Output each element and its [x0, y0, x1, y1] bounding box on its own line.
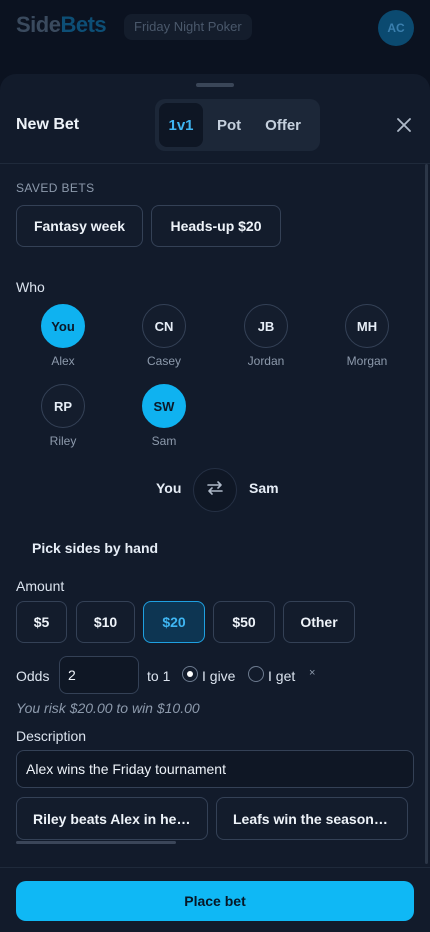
tab-offer[interactable]: Offer — [255, 103, 311, 147]
amount-option[interactable]: $50 — [213, 601, 275, 643]
saved-bet-chip[interactable]: Fantasy week — [16, 205, 143, 247]
description-input[interactable]: Alex wins the Friday tournament — [16, 750, 414, 788]
amount-option-other[interactable]: Other — [283, 601, 355, 643]
swap-icon — [205, 478, 225, 503]
tab-1v1[interactable]: 1v1 — [159, 103, 203, 147]
swap-sides-button[interactable] — [193, 468, 237, 512]
person-name: Riley — [49, 434, 77, 448]
place-bet-button[interactable]: Place bet — [16, 881, 414, 921]
odds-input[interactable]: 2 — [59, 656, 139, 694]
who-label: Who — [16, 279, 45, 295]
person-avatar: You — [41, 304, 85, 348]
person-avatar: CN — [142, 304, 186, 348]
group-chip[interactable]: Friday Night Poker — [124, 14, 252, 40]
app-bar: SideBets Friday Night Poker AC — [0, 0, 430, 60]
matchup-right: Sam — [249, 480, 279, 496]
saved-bets-label: SAVED BETS — [16, 181, 95, 195]
sheet-header: New Bet 1v1 Pot Offer — [0, 74, 430, 164]
new-bet-sheet: New Bet 1v1 Pot Offer SAVED BETS Fantasy… — [0, 74, 430, 932]
description-suggestion[interactable]: Riley beats Alex in heads-up — [16, 797, 208, 840]
risk-summary: You risk $20.00 to win $10.00 — [16, 700, 200, 716]
scrollbar[interactable] — [425, 164, 428, 864]
i-give-label[interactable]: I give — [202, 668, 235, 684]
to-one-label: to 1 — [147, 668, 171, 684]
amount-option[interactable]: $5 — [16, 601, 67, 643]
amount-option[interactable]: $10 — [76, 601, 135, 643]
amount-option-selected[interactable]: $20 — [143, 601, 205, 643]
suggestions-scrollbar[interactable] — [16, 841, 176, 844]
i-get-radio[interactable] — [248, 666, 264, 682]
description-label: Description — [16, 728, 87, 744]
tab-pot[interactable]: Pot — [207, 103, 251, 147]
person-casey[interactable]: CN Casey — [134, 304, 194, 368]
i-get-label[interactable]: I get — [268, 668, 295, 684]
person-name: Morgan — [346, 354, 388, 368]
bet-type-tabs: 1v1 Pot Offer — [155, 99, 320, 151]
amount-label: Amount — [16, 578, 65, 594]
person-name: Casey — [146, 354, 181, 368]
person-avatar: RP — [41, 384, 85, 428]
pick-sides-toggle[interactable]: Pick sides by hand — [32, 540, 158, 556]
i-give-radio[interactable] — [182, 666, 198, 682]
person-name: Alex — [51, 354, 75, 368]
clear-odds-icon[interactable]: × — [309, 667, 315, 679]
person-alex[interactable]: You Alex — [33, 304, 93, 368]
saved-bet-chip[interactable]: Heads-up $20 — [151, 205, 281, 247]
user-avatar[interactable]: AC — [378, 10, 414, 46]
person-morgan[interactable]: MH Morgan — [337, 304, 397, 368]
sheet-footer: Place bet — [0, 867, 430, 932]
person-avatar: JB — [244, 304, 288, 348]
sheet-title: New Bet — [16, 116, 80, 133]
person-avatar: MH — [345, 304, 389, 348]
person-sam[interactable]: SW Sam — [134, 384, 194, 448]
matchup-left: You — [156, 480, 182, 496]
person-jordan[interactable]: JB Jordan — [236, 304, 296, 368]
app-logo[interactable]: SideBets — [16, 12, 107, 38]
drag-handle[interactable] — [196, 83, 234, 87]
person-name: Jordan — [247, 354, 285, 368]
person-name: Sam — [151, 434, 177, 448]
close-icon[interactable] — [394, 115, 414, 135]
odds-label: Odds — [16, 668, 50, 684]
description-suggestion[interactable]: Leafs win the season opener — [216, 797, 408, 840]
person-riley[interactable]: RP Riley — [33, 384, 93, 448]
person-avatar: SW — [142, 384, 186, 428]
